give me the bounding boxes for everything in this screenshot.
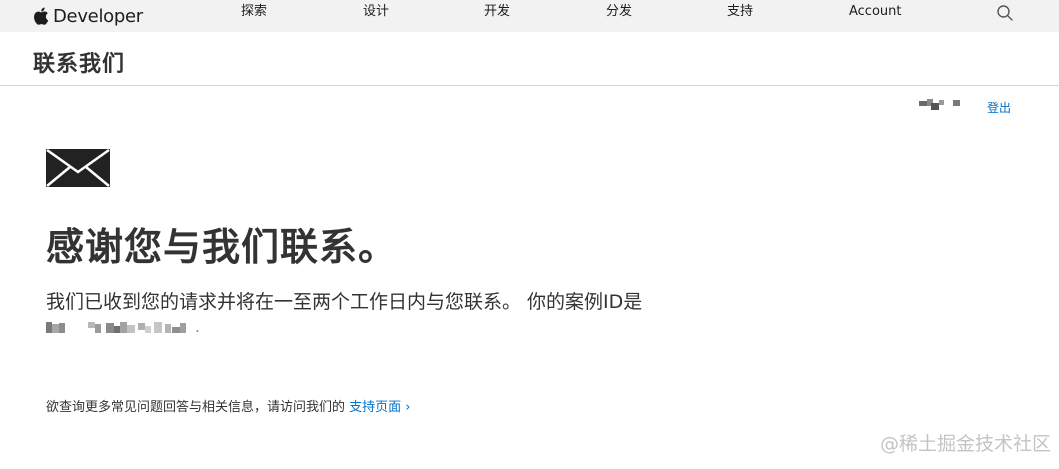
nav-item-distribute[interactable]: 分发 — [606, 0, 632, 32]
signout-link[interactable]: 登出 — [987, 99, 1011, 116]
confirmation-message: 我们已收到您的请求并将在一至两个工作日内与您联系。 你的案例ID是 — [46, 291, 643, 313]
support-page-link[interactable]: 支持页面 › — [349, 400, 410, 415]
local-nav: 联系我们 — [0, 32, 1059, 86]
developer-home-link[interactable]: Developer — [33, 0, 143, 32]
support-info-prefix: 欲查询更多常见问题回答与相关信息，请访问我们的 — [46, 400, 350, 415]
nav-item-support[interactable]: 支持 — [727, 0, 753, 32]
thank-you-heading: 感谢您与我们联系。 — [46, 225, 398, 269]
brand-label: Developer — [53, 5, 143, 27]
search-icon[interactable] — [996, 4, 1014, 22]
nav-item-explore[interactable]: 探索 — [241, 0, 267, 32]
apple-logo-icon — [34, 7, 49, 25]
account-name-redacted — [919, 99, 960, 110]
global-nav: Developer 探索 设计 开发 分发 支持 Account — [0, 0, 1059, 32]
nav-item-design[interactable]: 设计 — [363, 0, 389, 32]
nav-item-develop[interactable]: 开发 — [484, 0, 510, 32]
nav-item-account[interactable]: Account — [849, 0, 902, 32]
watermark: @稀土掘金技术社区 — [880, 433, 1052, 455]
page-title: 联系我们 — [33, 52, 126, 77]
case-id-period: . — [195, 318, 200, 336]
case-id: . — [46, 318, 200, 336]
case-id-redacted — [46, 322, 186, 333]
envelope-icon — [46, 149, 110, 187]
support-info-text: 欲查询更多常见问题回答与相关信息，请访问我们的 支持页面 › — [46, 396, 410, 415]
